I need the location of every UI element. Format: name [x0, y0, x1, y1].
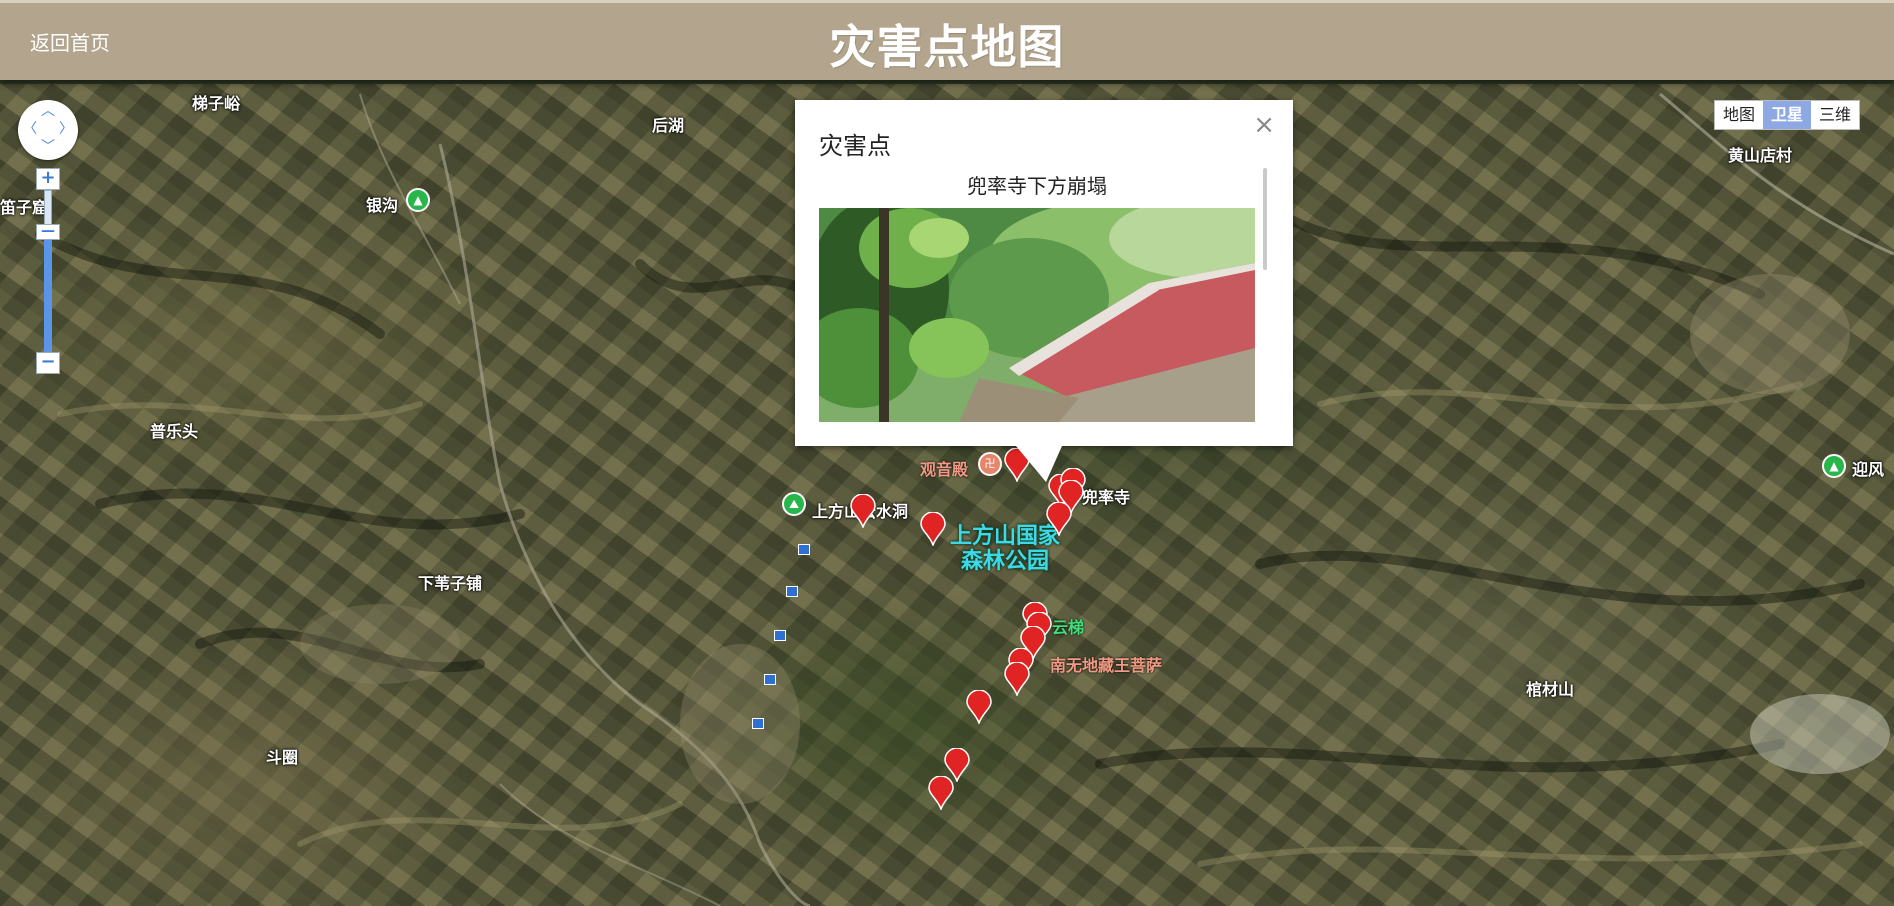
- bus-stop-icon: [774, 630, 786, 641]
- place-label-houhu: 后湖: [652, 116, 685, 135]
- bus-stop-icon: [752, 718, 764, 729]
- park-label-line2: 森林公园: [961, 549, 1050, 574]
- hazard-marker[interactable]: [928, 776, 954, 810]
- map-type-3d[interactable]: 三维: [1811, 101, 1859, 129]
- zoom-out-button[interactable]: −: [36, 352, 60, 374]
- bus-stop-icon: [764, 674, 776, 685]
- place-label-douquan: 斗圈: [266, 748, 299, 767]
- place-label-pule: 普乐头: [150, 422, 199, 441]
- mountain-poi-icon: ▲: [1822, 454, 1846, 478]
- zoom-control: + — −: [36, 168, 60, 374]
- zoom-in-button[interactable]: +: [36, 168, 60, 190]
- close-icon[interactable]: ×: [1253, 110, 1275, 140]
- cave-poi-icon: ⛰: [782, 492, 806, 516]
- place-label-guanyin: 观音殿: [920, 460, 969, 479]
- place-label-xiawei: 下苇子铺: [418, 574, 483, 593]
- page-title: 灾害点地图: [829, 20, 1065, 74]
- place-label-tiziyu: 梯子峪: [192, 94, 241, 113]
- zoom-slider-handle[interactable]: —: [36, 224, 60, 240]
- hazard-marker[interactable]: [1004, 662, 1030, 696]
- place-label-yingou: 银沟: [366, 196, 399, 215]
- park-label-line1: 上方山国家: [950, 524, 1061, 549]
- bus-stop-icon: [786, 586, 798, 597]
- info-window-title: 灾害点: [819, 132, 891, 160]
- hazard-marker[interactable]: [966, 690, 992, 724]
- hazard-marker[interactable]: [850, 494, 876, 528]
- info-scrollbar[interactable]: [1263, 168, 1267, 270]
- pan-left-icon[interactable]: 〈: [23, 122, 37, 136]
- mountain-poi-icon: ▲: [406, 188, 430, 212]
- place-label-yunti: 云梯: [1052, 618, 1085, 637]
- map-type-map[interactable]: 地图: [1715, 101, 1763, 129]
- place-label-guancai: 棺材山: [1526, 680, 1575, 699]
- temple-icon: 卍: [978, 452, 1002, 476]
- map-type-switcher: 地图 卫星 三维: [1714, 100, 1861, 130]
- pan-control[interactable]: ︿ ﹀ 〈 〉: [18, 100, 78, 160]
- hazard-caption: 兜率寺下方崩塌: [967, 174, 1107, 198]
- zoom-level-fill: [44, 232, 52, 352]
- pan-right-icon[interactable]: 〉: [59, 122, 73, 136]
- hazard-info-window: 灾害点 × 兜率寺下方崩塌: [795, 100, 1293, 446]
- bus-stop-icon: [798, 544, 810, 555]
- map-type-satellite[interactable]: 卫星: [1763, 101, 1812, 129]
- hazard-photo: [819, 208, 1255, 422]
- app-header: 返回首页 灾害点地图: [0, 0, 1894, 80]
- pan-up-icon[interactable]: ︿: [41, 104, 55, 118]
- park-label: 上方山国家 森林公园: [950, 524, 1060, 574]
- hazard-marker[interactable]: [1046, 502, 1072, 536]
- place-label-dizang: 南无地藏王菩萨: [1050, 656, 1163, 675]
- info-window-pointer: [1016, 446, 1062, 482]
- pan-down-icon[interactable]: ﹀: [41, 140, 55, 154]
- place-label-doushuai: 兜率寺: [1082, 488, 1131, 507]
- place-label-huangshan: 黄山店村: [1728, 146, 1793, 165]
- hazard-marker[interactable]: [920, 512, 946, 546]
- place-label-yingfeng: 迎风: [1852, 460, 1885, 479]
